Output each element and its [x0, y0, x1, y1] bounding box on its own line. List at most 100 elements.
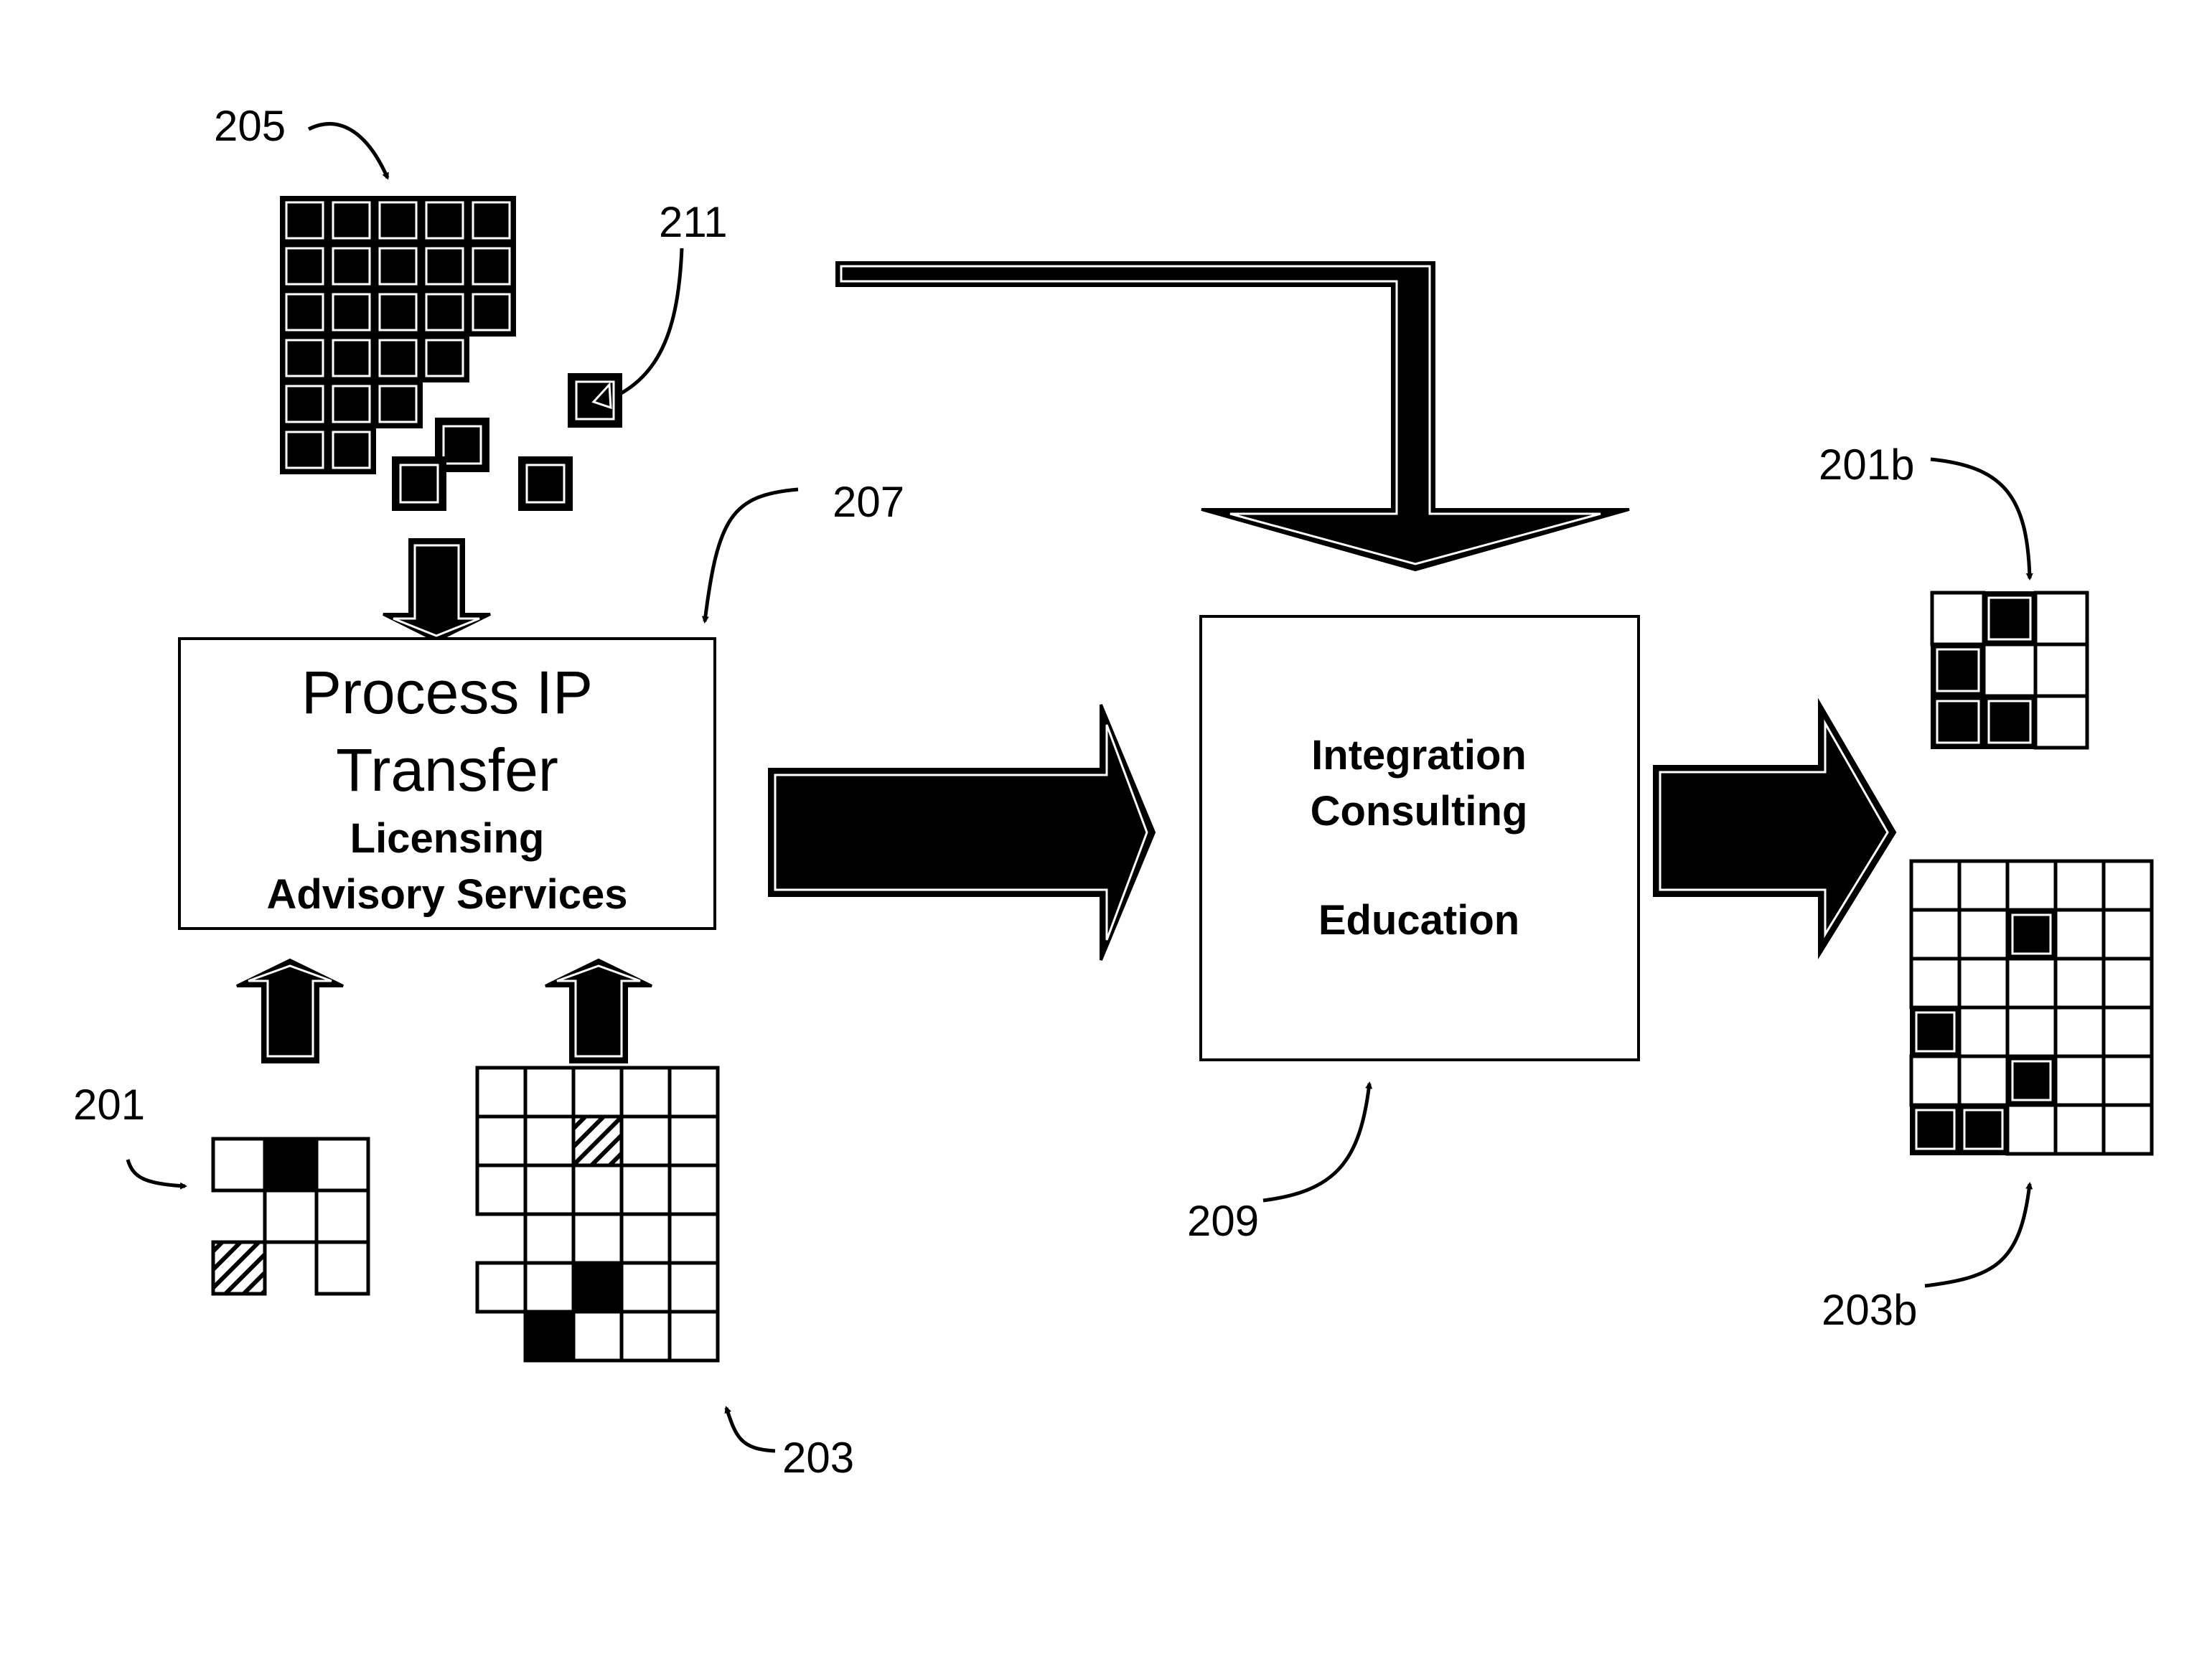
grid-cell: [327, 426, 376, 474]
grid-cell: [619, 1212, 672, 1265]
ref-label-201b: 201b: [1819, 441, 1914, 489]
grid-cell: [2101, 957, 2154, 1010]
grid-201b: [1930, 591, 2089, 750]
grid-cell: [327, 288, 376, 337]
grid-cell: [523, 1163, 576, 1216]
grid-cell: [420, 242, 469, 291]
grid-cell: [571, 1163, 624, 1216]
grid-cell: [1958, 1104, 2009, 1155]
ref-label-209: 209: [1187, 1197, 1259, 1245]
grid-cell: [467, 242, 516, 291]
loose-block: [518, 456, 573, 511]
grid-cell: [2053, 1005, 2106, 1058]
grid-cell: [373, 380, 423, 428]
ref-label-201: 201: [73, 1081, 145, 1129]
grid-cell: [475, 1066, 528, 1119]
grid-cell: [263, 1137, 319, 1193]
grid-cell: [467, 196, 516, 245]
grid-201: [211, 1137, 370, 1296]
grid-cell: [2005, 859, 2058, 912]
ref-label-211: 211: [659, 198, 728, 246]
grid-cell: [1909, 908, 1962, 961]
diagram-canvas: 205 211 207 201 203 209 201b 203b Proces…: [73, 102, 2154, 1482]
block-arrow-elbow-205-to-209: [835, 261, 1630, 572]
grid-cell: [1910, 1006, 1961, 1058]
grid-cell: [667, 1261, 720, 1314]
grid-cell: [327, 334, 376, 382]
leader-arrow-203: [724, 1406, 776, 1453]
block-arrow-right-209-to-outputs: [1653, 697, 1897, 960]
ref-label-205: 205: [214, 102, 286, 150]
grid-cell: [475, 1114, 528, 1167]
grid-cell: [667, 1066, 720, 1119]
grid-203: [475, 1066, 720, 1363]
grid-cell: [1957, 1054, 2010, 1107]
grid-cell: [2005, 957, 2058, 1010]
grid-cell: [314, 1137, 370, 1193]
grid-cell: [667, 1212, 720, 1265]
box-207-line-3: Licensing: [350, 815, 545, 862]
leader-arrow-207: [701, 487, 799, 624]
grid-cell: [280, 288, 329, 337]
block-arrow-up-201-to-207: [236, 958, 344, 1063]
loose-block-211: [568, 373, 622, 428]
grid-cell: [523, 1261, 576, 1314]
grid-cell: [211, 1137, 267, 1193]
grid-cell: [2005, 1103, 2058, 1156]
grid-cell: [667, 1310, 720, 1363]
grid-cell: [2101, 1005, 2154, 1058]
grid-cell: [1909, 1054, 1962, 1107]
grid-cell: [280, 242, 329, 291]
box-209-line-1: Integration: [1311, 732, 1527, 779]
grid-cell: [327, 242, 376, 291]
grid-cell: [619, 1114, 672, 1167]
grid-cell: [1930, 591, 1986, 647]
grid-cell: [373, 334, 423, 382]
box-209-integration-consulting-education: Integration Consulting Education: [1199, 615, 1640, 1061]
leader-arrow-203b: [1924, 1182, 2033, 1288]
grid-cell: [2053, 859, 2106, 912]
grid-cell: [314, 1240, 370, 1296]
grid-cell: [2053, 957, 2106, 1010]
grid-cell: [475, 1163, 528, 1216]
grid-cell: [571, 1212, 624, 1265]
grid-cell: [1909, 957, 1962, 1010]
grid-cell: [2101, 859, 2154, 912]
grid-cell: [619, 1310, 672, 1363]
ref-label-207: 207: [833, 478, 904, 526]
grid-cell: [373, 242, 423, 291]
box-207-process-ip-transfer: Process IP Transfer Licensing Advisory S…: [178, 637, 716, 930]
grid-cell: [2101, 1103, 2154, 1156]
patent-figure: 205 211 207 201 203 209 201b 203b Proces…: [0, 0, 2212, 1654]
grid-cell: [373, 196, 423, 245]
grid-cell: [2006, 908, 2057, 960]
grid-cell: [211, 1240, 267, 1296]
box-209-line-3: Education: [1318, 897, 1519, 944]
grid-cell: [327, 196, 376, 245]
grid-cell: [1957, 859, 2010, 912]
grid-cell: [1957, 957, 2010, 1010]
box-207-line-2: Transfer: [336, 736, 558, 804]
grid-cell: [2053, 1054, 2106, 1107]
grid-cell: [1910, 1104, 1961, 1155]
box-207-line-1: Process IP: [301, 659, 593, 726]
leader-arrow-201: [126, 1159, 187, 1190]
grid-203b: [1909, 859, 2154, 1156]
grid-cell: [280, 196, 329, 245]
box-209-line-2: Consulting: [1311, 788, 1528, 835]
grid-cell: [280, 426, 329, 474]
grid-cell: [619, 1066, 672, 1119]
box-207-line-4: Advisory Services: [267, 871, 628, 918]
block-arrow-down-205-to-207: [383, 538, 491, 643]
grid-cell: [619, 1261, 672, 1314]
leader-arrow-209: [1262, 1081, 1373, 1203]
grid-cell: [1982, 695, 2037, 749]
grid-cell: [475, 1261, 528, 1314]
grid-cell: [619, 1163, 672, 1216]
block-arrow-right-207-to-209: [768, 704, 1156, 961]
grid-cell: [467, 288, 516, 337]
block-set-205: [280, 196, 622, 511]
grid-cell: [2005, 1005, 2058, 1058]
grid-cell: [327, 380, 376, 428]
grid-cell: [2053, 1103, 2106, 1156]
